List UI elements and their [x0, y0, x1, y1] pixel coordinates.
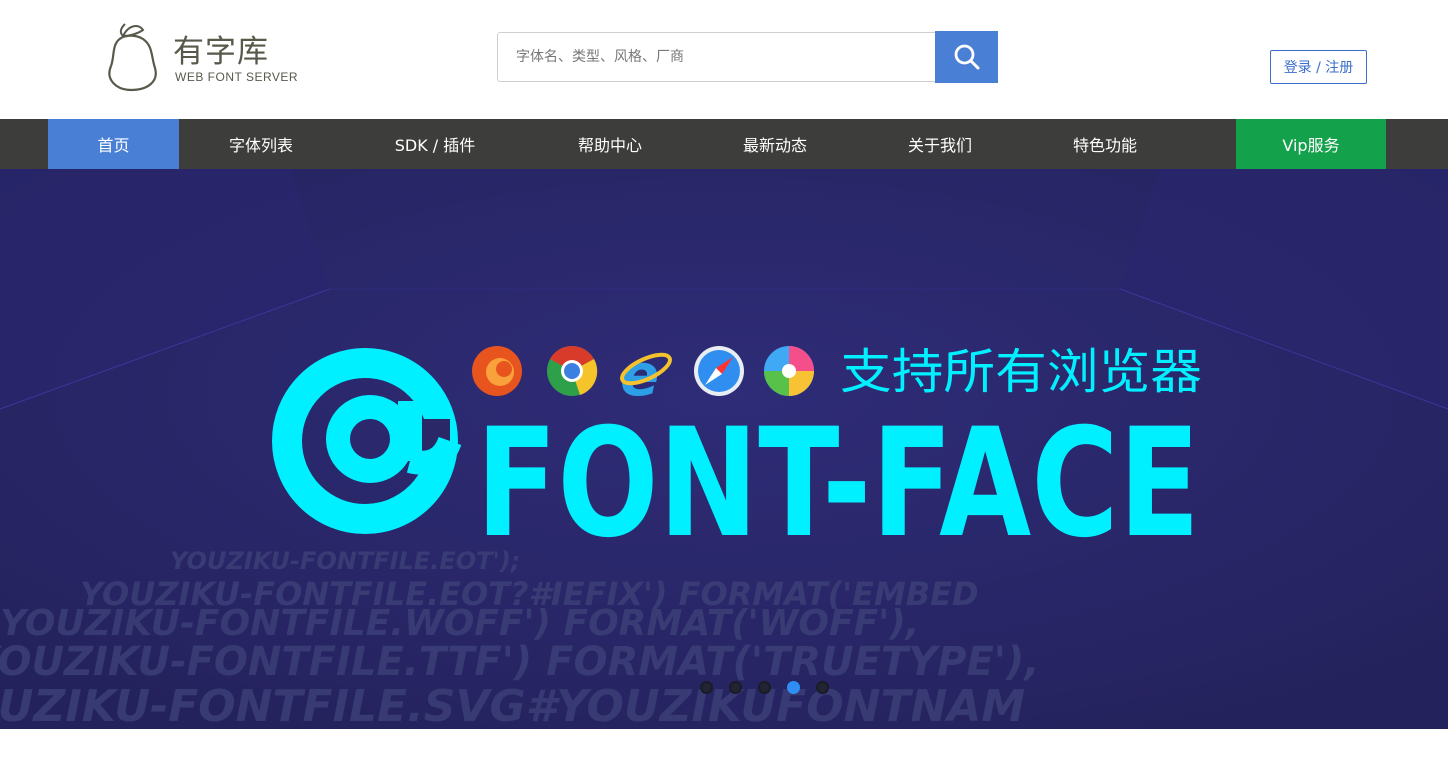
main-nav: 首页 字体列表 SDK / 插件 帮助中心 最新动态 关于我们 特色功能 Vip… — [0, 119, 1448, 169]
search-button[interactable] — [935, 31, 998, 83]
nav-item-home[interactable]: 首页 — [48, 119, 179, 169]
code-line: YOUZIKU-FONTFILE.TTF') FORMAT('TRUETYPE'… — [0, 639, 1040, 685]
carousel-dot[interactable] — [700, 681, 713, 694]
safari-icon — [694, 346, 744, 396]
nav-item-news[interactable]: 最新动态 — [710, 119, 840, 169]
login-register-button[interactable]: 登录 / 注册 — [1270, 50, 1367, 84]
site-logo[interactable]: 有字库 WEB FONT SERVER — [103, 20, 303, 92]
nav-item-help-center[interactable]: 帮助中心 — [545, 119, 675, 169]
firefox-icon — [472, 346, 522, 396]
banner-tagline: 支持所有浏览器 — [840, 344, 1202, 400]
chrome-icon — [547, 345, 598, 396]
search-input[interactable] — [498, 33, 935, 81]
browser-360-icon — [764, 346, 814, 396]
search-field — [497, 32, 935, 82]
carousel-dot[interactable] — [729, 681, 742, 694]
nav-item-font-list[interactable]: 字体列表 — [196, 119, 326, 169]
carousel-dot[interactable] — [816, 681, 829, 694]
pear-icon — [108, 23, 157, 92]
banner-artwork: YOUZIKU-FONTFILE.EOT'); YOUZIKU-FONTFILE… — [0, 169, 1448, 729]
carousel-dot[interactable] — [758, 681, 771, 694]
logo-subtitle: WEB FONT SERVER — [175, 70, 299, 84]
nav-item-about[interactable]: 关于我们 — [875, 119, 1005, 169]
hero-banner[interactable]: YOUZIKU-FONTFILE.EOT'); YOUZIKU-FONTFILE… — [0, 169, 1448, 729]
code-line: YOUZIKU-FONTFILE.SVG#YOUZIKUFONTNAM — [0, 681, 1025, 729]
nav-item-features[interactable]: 特色功能 — [1040, 119, 1170, 169]
code-line: YOUZIKU-FONTFILE.EOT'); — [170, 547, 520, 575]
carousel-indicators — [700, 681, 829, 695]
search-icon — [954, 44, 979, 70]
headline-font-face: FONT-FACE — [476, 397, 1200, 571]
nav-item-sdk-plugins[interactable]: SDK / 插件 — [365, 119, 505, 169]
carousel-dot-active[interactable] — [787, 681, 800, 694]
logo-title: 有字库 — [173, 34, 269, 70]
code-line: YOUZIKU-FONTFILE.WOFF') FORMAT('WOFF'), — [0, 603, 919, 644]
site-header: 有字库 WEB FONT SERVER 登录 / 注册 — [0, 0, 1448, 119]
nav-item-vip[interactable]: Vip服务 — [1236, 119, 1386, 169]
